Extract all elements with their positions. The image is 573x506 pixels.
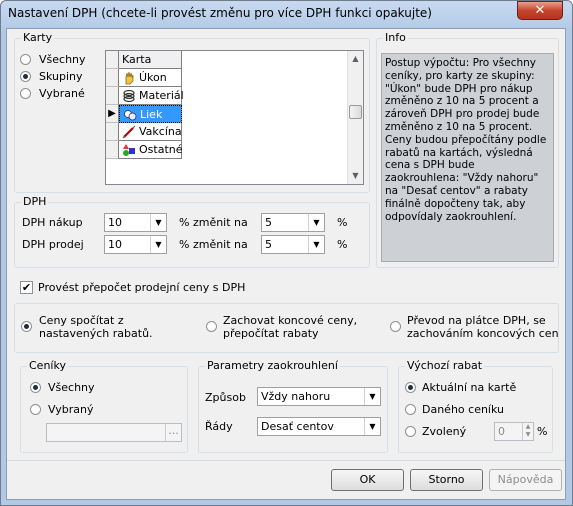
recalc-option-koncove-line1[interactable]: Zachovat koncové ceny, (223, 314, 357, 327)
ceniky-group-label: Ceníky (27, 359, 68, 373)
dph-prodej-zmenit-label: % změnit na (179, 238, 248, 251)
dph-prodej-from-select[interactable]: 10 ▼ (104, 235, 167, 254)
dph-group-label: DPH (21, 195, 49, 209)
grid-row-selected[interactable]: ▶ Liek (106, 105, 182, 123)
rabat-zvoleny-radio[interactable] (405, 426, 416, 437)
rabat-zvoleny-spinner[interactable]: 0 ▲ ▼ (494, 422, 534, 441)
grid-cell-label: Úkon (139, 71, 167, 84)
dph-prodej-label: DPH prodej (22, 238, 84, 251)
ceniky-vybrany-radio[interactable] (30, 404, 41, 415)
zaokrouhleni-group: Parametry zaokrouhlení (198, 359, 388, 453)
grid-cell-label: Vakcína (139, 125, 182, 138)
dialog-client-area: Karty Všechny Skupiny Vybrané Karta Úkon… (6, 28, 566, 500)
karty-vybrane-label[interactable]: Vybrané (39, 87, 85, 100)
rabat-aktualni-label[interactable]: Aktuální na kartě (422, 381, 516, 394)
current-row-marker: ▶ (106, 105, 119, 123)
karty-vsechny-label[interactable]: Všechny (39, 53, 86, 66)
karty-group-label: Karty (21, 31, 55, 45)
zpusob-label: Způsob (205, 391, 246, 404)
grid-row[interactable]: Vakcína (106, 123, 182, 141)
ceniky-vybrany-label[interactable]: Vybraný (48, 403, 93, 416)
grid-vertical-scrollbar[interactable]: ▲ ▼ (347, 51, 363, 184)
recalc-option-platce-radio[interactable] (390, 321, 401, 332)
grid-header-karta[interactable]: Karta (119, 51, 182, 69)
scroll-up-arrow[interactable]: ▲ (348, 51, 363, 67)
shapes-icon (123, 144, 135, 156)
recalc-checkbox-label[interactable]: Provést přepočet prodejní ceny s DPH (38, 281, 245, 294)
ceniky-vybrany-field[interactable]: ... (46, 423, 182, 442)
button-bar-divider (7, 460, 565, 461)
karty-vybrane-radio[interactable] (20, 88, 31, 99)
scroll-down-arrow[interactable]: ▼ (348, 168, 363, 184)
dph-nakup-zmenit-label: % změnit na (179, 216, 248, 229)
zpusob-select[interactable]: Vždy nahoru ▼ (257, 387, 381, 406)
close-button[interactable]: ✕ (517, 1, 563, 20)
chevron-down-icon[interactable]: ▼ (150, 236, 166, 253)
dph-nakup-to-select[interactable]: 5 ▼ (261, 213, 325, 232)
chevron-down-icon[interactable]: ▼ (364, 418, 380, 435)
scroll-thumb[interactable] (349, 105, 362, 119)
grid-cell-label: Materiál (139, 89, 184, 102)
chevron-down-icon[interactable]: ▼ (308, 236, 324, 253)
grid-cell-label: Liek (140, 108, 163, 121)
rabat-group-label: Výchozí rabat (405, 359, 485, 373)
recalc-option-koncove-line2[interactable]: přepočítat rabaty (223, 327, 319, 340)
recalc-option-platce-line1[interactable]: Převod na plátce DPH, se (407, 314, 546, 327)
grid-cell-label: Ostatné (139, 143, 183, 156)
dph-prodej-to-select[interactable]: 5 ▼ (261, 235, 325, 254)
grid-row[interactable]: Materiál (106, 87, 184, 105)
spinner-arrows-icon[interactable]: ▲ ▼ (522, 423, 533, 440)
rabat-percent: % (537, 425, 548, 438)
rady-select[interactable]: Desať centov ▼ (257, 417, 381, 436)
napoveda-button[interactable]: Nápověda (489, 469, 562, 491)
karty-grid[interactable]: Karta Úkon Materiál ▶ Liek Vakcína Ostat… (105, 50, 364, 185)
recalc-checkbox[interactable]: ✔ (20, 281, 33, 294)
rabat-zvoleny-label[interactable]: Zvolený (422, 425, 466, 438)
grid-row[interactable]: Ostatné (106, 141, 183, 159)
rabat-aktualni-radio[interactable] (405, 382, 416, 393)
chevron-down-icon[interactable]: ▼ (364, 388, 380, 405)
ok-button[interactable]: OK (331, 469, 404, 491)
dph-nakup-from-select[interactable]: 10 ▼ (104, 213, 167, 232)
dph-nakup-label: DPH nákup (22, 216, 83, 229)
rabat-daneho-radio[interactable] (405, 404, 416, 415)
karty-vsechny-radio[interactable] (20, 54, 31, 65)
syringe-icon (122, 125, 136, 139)
dph-prodej-percent: % (337, 238, 348, 251)
karty-skupiny-label[interactable]: Skupiny (39, 70, 83, 83)
recalc-option-rabaty-radio[interactable] (21, 321, 32, 332)
window-title: Nastavení DPH (chcete-li provést změnu p… (8, 6, 432, 20)
pills-icon (124, 110, 137, 121)
storno-button[interactable]: Storno (410, 469, 483, 491)
grid-header-row: Karta (106, 51, 182, 69)
karty-skupiny-radio[interactable] (20, 71, 31, 82)
zaokrouhleni-group-label: Parametry zaokrouhlení (205, 359, 340, 373)
hand-icon (125, 71, 134, 85)
recalc-option-platce-line2[interactable]: zachováním koncových cen (407, 327, 559, 340)
coil-icon (123, 89, 135, 103)
chevron-down-icon[interactable]: ▼ (150, 214, 166, 231)
recalc-option-koncove-radio[interactable] (206, 321, 217, 332)
ceniky-vsechny-radio[interactable] (30, 382, 41, 393)
chevron-down-icon[interactable]: ▼ (308, 214, 324, 231)
ceniky-vsechny-label[interactable]: Všechny (48, 381, 95, 394)
recalc-option-rabaty-line1[interactable]: Ceny spočítat z (39, 314, 124, 327)
info-text: Postup výpočtu: Pro všechny ceníky, pro … (381, 53, 554, 262)
ceniky-browse-button[interactable]: ... (165, 424, 181, 441)
grid-row[interactable]: Úkon (106, 69, 182, 87)
title-bar[interactable]: Nastavení DPH (chcete-li provést změnu p… (0, 0, 571, 28)
recalc-option-rabaty-line2[interactable]: nastavených rabatů. (39, 327, 153, 340)
info-group-label: Info (383, 31, 408, 45)
dph-nakup-percent: % (337, 216, 348, 229)
rady-label: Řády (205, 420, 233, 433)
rabat-daneho-label[interactable]: Daného ceníku (422, 403, 504, 416)
